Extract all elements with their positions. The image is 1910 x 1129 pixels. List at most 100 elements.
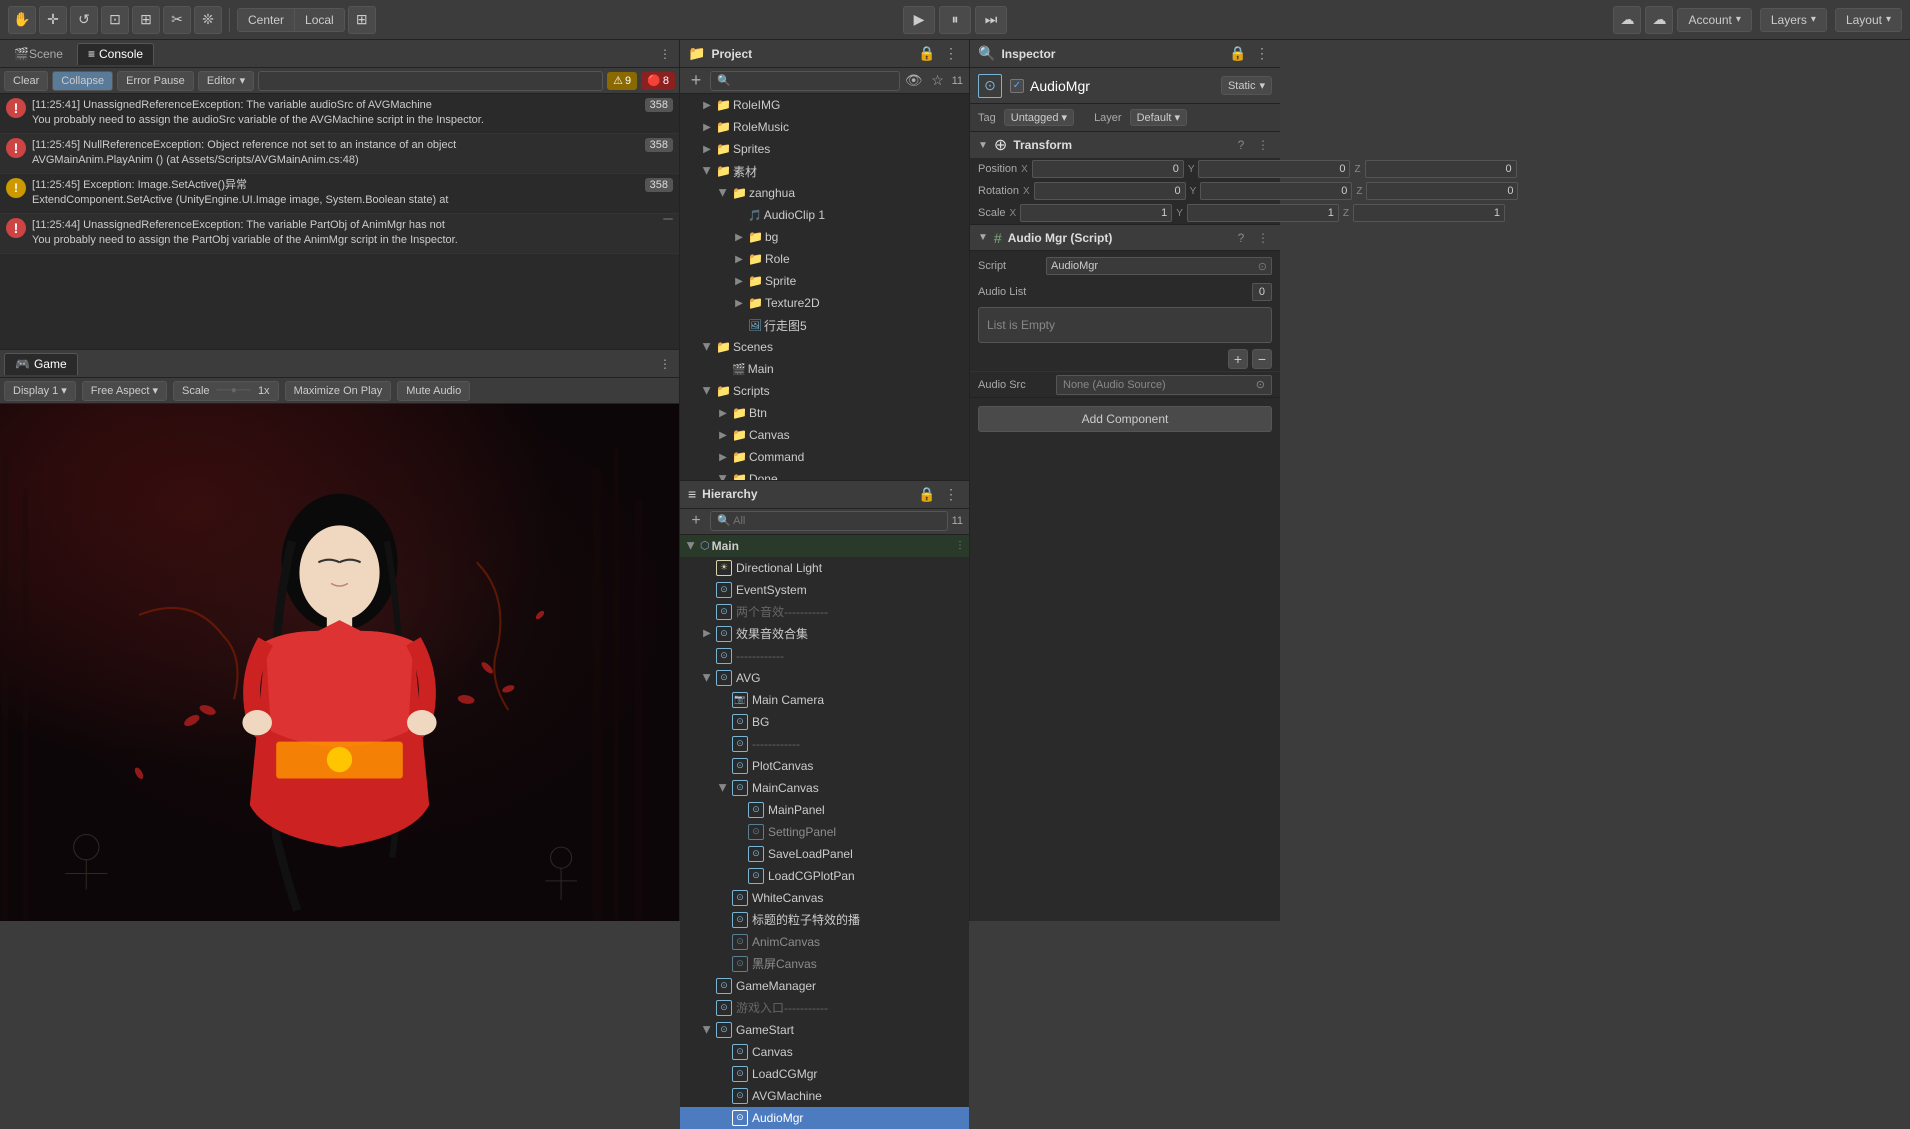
- tab-console[interactable]: ≡ Console: [77, 43, 154, 65]
- tree-item-Sprite[interactable]: ▶ 📁 Sprite: [680, 270, 969, 292]
- hier-item-DirLight[interactable]: ▶ ☀ Directional Light: [680, 557, 969, 579]
- tree-item-zanghua[interactable]: ▶ 📁 zanghua: [680, 182, 969, 204]
- hier-item-MainCamera[interactable]: ▶ 📷 Main Camera: [680, 689, 969, 711]
- hier-item-Main[interactable]: ▶ ⬡ Main ⋮: [680, 535, 969, 557]
- hand-tool-btn[interactable]: ✋: [8, 6, 36, 34]
- layers-btn[interactable]: Layers ▾: [1760, 8, 1827, 32]
- aspect-btn[interactable]: Free Aspect ▾: [82, 381, 167, 401]
- custom-tool-btn[interactable]: ❊: [194, 6, 222, 34]
- layer-dropdown[interactable]: Default ▾: [1130, 109, 1187, 126]
- play-button[interactable]: ▶: [903, 6, 935, 34]
- hier-item-particles[interactable]: ▶ ⊙ 标题的粒子特效的播: [680, 909, 969, 931]
- account-btn[interactable]: Account ▾: [1677, 8, 1751, 32]
- console-search-input[interactable]: [258, 71, 603, 91]
- mute-btn[interactable]: Mute Audio: [397, 381, 470, 401]
- rot-z-input[interactable]: [1366, 182, 1518, 200]
- hier-item-GameManager[interactable]: ▶ ⊙ GameManager: [680, 975, 969, 997]
- script-section-header[interactable]: ▼ # Audio Mgr (Script) ? ⋮: [970, 225, 1280, 251]
- hier-item-GameStart[interactable]: ▶ ⊙ GameStart: [680, 1019, 969, 1041]
- obj-active-checkbox[interactable]: [1010, 79, 1024, 93]
- transform-tool-btn[interactable]: ✂: [163, 6, 191, 34]
- display-btn[interactable]: Display 1 ▾: [4, 381, 76, 401]
- console-panel-menu[interactable]: ⋮: [655, 47, 675, 61]
- step-button[interactable]: ⏭: [975, 6, 1007, 34]
- editor-dropdown[interactable]: Editor ▾: [198, 71, 254, 91]
- hier-item-PlotCanvas[interactable]: ▶ ⊙ PlotCanvas: [680, 755, 969, 777]
- transform-help-btn[interactable]: ?: [1232, 136, 1250, 154]
- tab-game[interactable]: 🎮 Game: [4, 353, 78, 375]
- hier-item-LoadCGPlotPan[interactable]: ▶ ⊙ LoadCGPlotPan: [680, 865, 969, 887]
- inspector-lock-btn[interactable]: 🔒: [1228, 44, 1248, 64]
- tab-scene[interactable]: 🎬 Scene: [4, 43, 73, 65]
- tree-item-RoleMusic[interactable]: ▶ 📁 RoleMusic: [680, 116, 969, 138]
- audio-src-value[interactable]: None (Audio Source) ⊙: [1056, 375, 1272, 395]
- rot-x-input[interactable]: [1034, 182, 1186, 200]
- hierarchy-search-input[interactable]: [710, 511, 948, 531]
- move-tool-btn[interactable]: ✛: [39, 6, 67, 34]
- scl-x-input[interactable]: [1020, 204, 1172, 222]
- hier-item-MainCanvas[interactable]: ▶ ⊙ MainCanvas: [680, 777, 969, 799]
- inspector-menu-btn[interactable]: ⋮: [1252, 44, 1272, 64]
- services-btn[interactable]: ☁: [1645, 6, 1673, 34]
- pos-z-input[interactable]: [1365, 160, 1517, 178]
- pos-x-input[interactable]: [1032, 160, 1184, 178]
- transform-overflow-btn[interactable]: ⋮: [1254, 136, 1272, 154]
- hier-item-AVGMachine[interactable]: ▶ ⊙ AVGMachine: [680, 1085, 969, 1107]
- tree-item-walkmap5[interactable]: ▶ 🖼 行走图5: [680, 314, 969, 336]
- console-entry-2[interactable]: ! [11:25:45] Exception: Image.SetActive(…: [0, 174, 679, 214]
- script-value-field[interactable]: AudioMgr ⊙: [1046, 257, 1272, 275]
- local-btn[interactable]: Local: [295, 9, 344, 31]
- hier-item-effects[interactable]: ▶ ⊙ 效果音效合集: [680, 623, 969, 645]
- hier-item-WhiteCanvas[interactable]: ▶ ⊙ WhiteCanvas: [680, 887, 969, 909]
- hier-item-AVG[interactable]: ▶ ⊙ AVG: [680, 667, 969, 689]
- game-panel-menu[interactable]: ⋮: [655, 357, 675, 371]
- project-search-input[interactable]: [710, 71, 900, 91]
- project-lock-btn[interactable]: 🔒: [917, 44, 937, 64]
- layout-btn[interactable]: Layout ▾: [1835, 8, 1902, 32]
- tree-item-RoleIMG[interactable]: ▶ 📁 RoleIMG: [680, 94, 969, 116]
- error-pause-btn[interactable]: Error Pause: [117, 71, 194, 91]
- scale-tool-btn[interactable]: ⊡: [101, 6, 129, 34]
- transform-section-header[interactable]: ▼ ⊕ Transform ? ⋮: [970, 132, 1280, 158]
- tree-item-Command[interactable]: ▶ 📁 Command: [680, 446, 969, 468]
- scl-z-input[interactable]: [1353, 204, 1505, 222]
- hier-item-SettingPanel[interactable]: ▶ ⊙ SettingPanel: [680, 821, 969, 843]
- center-btn[interactable]: Center: [238, 9, 295, 31]
- hier-item-Canvas2[interactable]: ▶ ⊙ Canvas: [680, 1041, 969, 1063]
- hierarchy-menu-btn[interactable]: ⋮: [941, 484, 961, 504]
- tree-item-Sprites[interactable]: ▶ 📁 Sprites: [680, 138, 969, 160]
- tree-item-Canvas[interactable]: ▶ 📁 Canvas: [680, 424, 969, 446]
- project-menu-btn[interactable]: ⋮: [941, 44, 961, 64]
- hier-item-MainPanel[interactable]: ▶ ⊙ MainPanel: [680, 799, 969, 821]
- tree-item-bg[interactable]: ▶ 📁 bg: [680, 226, 969, 248]
- pause-button[interactable]: ⏸: [939, 6, 971, 34]
- tree-item-MainScene[interactable]: ▶ 🎬 Main: [680, 358, 969, 380]
- tree-item-Scripts[interactable]: ▶ 📁 Scripts: [680, 380, 969, 402]
- collab-btn[interactable]: ☁: [1613, 6, 1641, 34]
- project-eye-btn[interactable]: 👁: [904, 71, 924, 91]
- tag-dropdown[interactable]: Untagged ▾: [1004, 109, 1074, 126]
- audio-list-remove-btn[interactable]: −: [1252, 349, 1272, 369]
- project-add-btn[interactable]: +: [686, 71, 706, 91]
- maximize-btn[interactable]: Maximize On Play: [285, 381, 392, 401]
- rect-tool-btn[interactable]: ⊞: [132, 6, 160, 34]
- collapse-btn[interactable]: Collapse: [52, 71, 113, 91]
- pos-y-input[interactable]: [1198, 160, 1350, 178]
- clear-btn[interactable]: Clear: [4, 71, 48, 91]
- hier-item-AnimCanvas[interactable]: ▶ ⊙ AnimCanvas: [680, 931, 969, 953]
- rotate-tool-btn[interactable]: ↺: [70, 6, 98, 34]
- script-overflow-btn[interactable]: ⋮: [1254, 229, 1272, 247]
- project-star-btn[interactable]: ☆: [928, 71, 948, 91]
- console-entry-1[interactable]: ! [11:25:45] NullReferenceException: Obj…: [0, 134, 679, 174]
- tree-item-material[interactable]: ▶ 📁 素材: [680, 160, 969, 182]
- audio-list-add-btn[interactable]: +: [1228, 349, 1248, 369]
- console-entry-0[interactable]: ! [11:25:41] UnassignedReferenceExceptio…: [0, 94, 679, 134]
- tree-item-Role[interactable]: ▶ 📁 Role: [680, 248, 969, 270]
- tree-item-Texture2D[interactable]: ▶ 📁 Texture2D: [680, 292, 969, 314]
- add-component-btn[interactable]: Add Component: [978, 406, 1272, 432]
- tree-item-Btn[interactable]: ▶ 📁 Btn: [680, 402, 969, 424]
- hierarchy-add-btn[interactable]: +: [686, 511, 706, 531]
- scl-y-input[interactable]: [1187, 204, 1339, 222]
- console-entry-3[interactable]: ! [11:25:44] UnassignedReferenceExceptio…: [0, 214, 679, 254]
- script-help-btn[interactable]: ?: [1232, 229, 1250, 247]
